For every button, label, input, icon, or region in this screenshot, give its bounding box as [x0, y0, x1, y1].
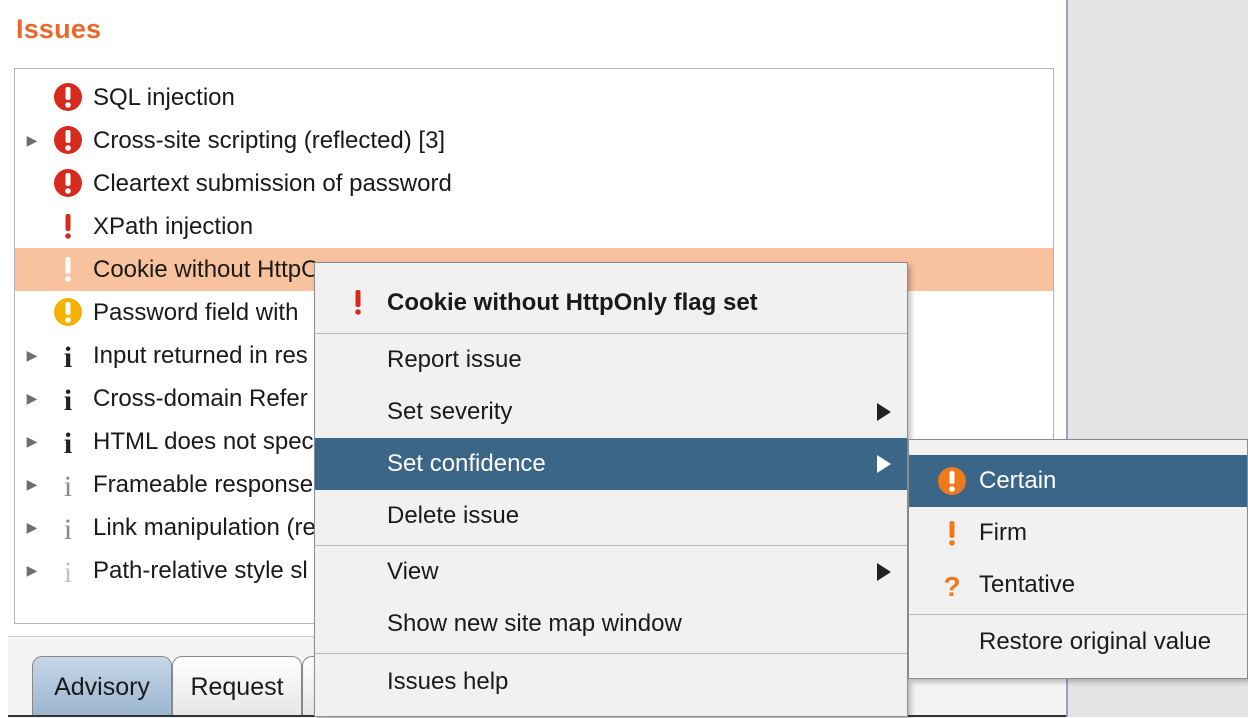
- submenu-label: Restore original value: [979, 628, 1212, 655]
- svg-text:i: i: [64, 341, 72, 370]
- issue-row-xpath-injection[interactable]: XPath injection: [15, 205, 1053, 248]
- menu-label: Report issue: [387, 346, 522, 373]
- submenu-separator: [909, 614, 1247, 615]
- issue-label: XPath injection: [93, 213, 254, 240]
- low-severity-icon: [54, 298, 82, 326]
- info-icon: i: [64, 470, 72, 499]
- exclamation-icon: [65, 257, 71, 282]
- issue-label: Link manipulation (re: [93, 514, 316, 541]
- tentative-icon: ?: [943, 571, 960, 600]
- submenu-arrow-icon: [877, 403, 891, 421]
- certain-icon: [938, 467, 966, 495]
- expand-arrow-icon[interactable]: ▶: [25, 420, 39, 463]
- menu-label: Set severity: [387, 398, 513, 425]
- info-icon: i: [64, 384, 72, 413]
- submenu-label: Firm: [979, 519, 1027, 546]
- high-severity-icon: [54, 169, 82, 197]
- expand-arrow-icon[interactable]: ▶: [25, 506, 39, 549]
- submenu-arrow-icon: [877, 563, 891, 581]
- menu-header-issue: Cookie without HttpOnly flag set: [315, 277, 907, 329]
- high-severity-icon: [54, 83, 82, 111]
- issue-context-menu: Cookie without HttpOnly flag set Report …: [314, 262, 908, 717]
- high-severity-icon: [54, 126, 82, 154]
- svg-text:i: i: [64, 384, 72, 413]
- expand-arrow-icon[interactable]: ▶: [25, 119, 39, 162]
- tab-request[interactable]: Request: [172, 656, 302, 716]
- issue-row-xss-reflected[interactable]: ▶ Cross-site scripting (reflected) [3]: [15, 119, 1053, 162]
- menu-show-site-map[interactable]: Show new site map window: [315, 598, 907, 650]
- submenu-restore-original[interactable]: Restore original value: [909, 616, 1247, 668]
- submenu-firm[interactable]: Firm: [909, 507, 1247, 559]
- firm-icon: [949, 521, 955, 546]
- expand-arrow-icon[interactable]: ▶: [25, 377, 39, 420]
- issue-label: Cookie without HttpO: [93, 256, 320, 283]
- svg-text:i: i: [64, 427, 72, 456]
- confidence-submenu: Certain Firm ? Tentative Restore origina…: [908, 439, 1248, 679]
- issue-label: Input returned in res: [93, 342, 308, 369]
- issue-label: Path-relative style sl: [93, 557, 308, 584]
- menu-view[interactable]: View: [315, 546, 907, 598]
- issue-row-cleartext-password[interactable]: Cleartext submission of password: [15, 162, 1053, 205]
- menu-header-label: Cookie without HttpOnly flag set: [387, 289, 758, 316]
- svg-text:?: ?: [943, 571, 960, 600]
- expand-arrow-icon[interactable]: ▶: [25, 463, 39, 506]
- issue-label: Cross-domain Refer: [93, 385, 308, 412]
- menu-label: Delete issue: [387, 502, 520, 529]
- submenu-tentative[interactable]: ? Tentative: [909, 559, 1247, 611]
- issue-label: HTML does not spec: [93, 428, 314, 455]
- info-icon: i: [64, 513, 72, 542]
- menu-label: Issues help: [387, 668, 509, 695]
- exclamation-icon: [65, 214, 71, 239]
- submenu-arrow-icon: [877, 455, 891, 473]
- tab-advisory[interactable]: Advisory: [32, 656, 172, 716]
- menu-report-issue[interactable]: Report issue: [315, 334, 907, 386]
- menu-set-severity[interactable]: Set severity: [315, 386, 907, 438]
- menu-label: Show new site map window: [387, 610, 682, 637]
- expand-arrow-icon[interactable]: ▶: [25, 334, 39, 377]
- submenu-label: Tentative: [979, 571, 1076, 598]
- expand-arrow-icon[interactable]: ▶: [25, 549, 39, 592]
- issue-row-sql-injection[interactable]: SQL injection: [15, 76, 1053, 119]
- svg-text:i: i: [64, 513, 72, 542]
- panel-title: Issues: [16, 14, 102, 44]
- svg-text:i: i: [64, 470, 72, 499]
- menu-separator: [315, 653, 907, 654]
- issue-label: Cleartext submission of password: [93, 170, 452, 197]
- submenu-certain[interactable]: Certain: [909, 455, 1247, 507]
- exclamation-icon: [355, 290, 361, 315]
- menu-label: View: [387, 558, 439, 585]
- menu-set-confidence[interactable]: Set confidence: [315, 438, 907, 490]
- issue-label: Password field with: [93, 299, 299, 326]
- menu-delete-issue[interactable]: Delete issue: [315, 490, 907, 542]
- menu-issues-help[interactable]: Issues help: [315, 656, 907, 708]
- svg-text:i: i: [64, 556, 72, 585]
- issue-label: Cross-site scripting (reflected) [3]: [93, 127, 446, 154]
- issue-label: Frameable response: [93, 471, 314, 498]
- info-icon: i: [64, 341, 72, 370]
- submenu-label: Certain: [979, 467, 1057, 494]
- menu-label: Set confidence: [387, 450, 546, 477]
- info-icon: i: [64, 556, 72, 585]
- info-icon: i: [64, 427, 72, 456]
- issue-label: SQL injection: [93, 84, 235, 111]
